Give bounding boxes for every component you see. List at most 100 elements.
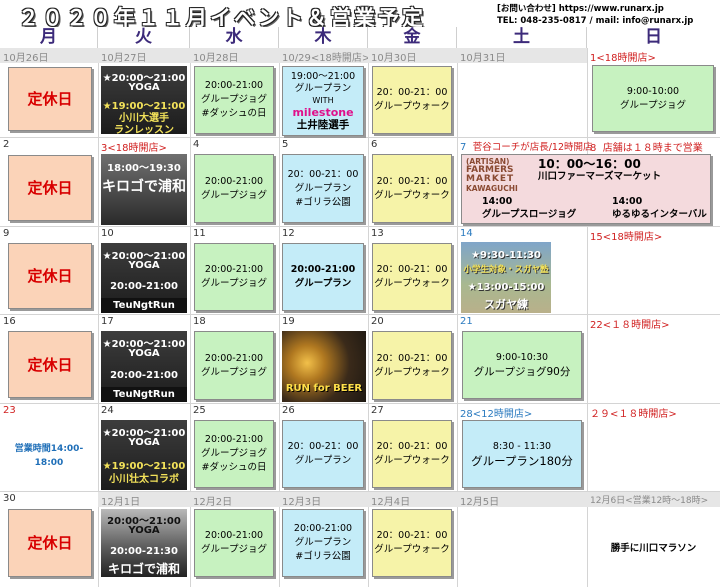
event-tag: #ゴリラ公園 [295, 196, 351, 208]
day-cell[interactable]: 20 20：00-21：00 グループウォーク [368, 315, 457, 404]
day-cell[interactable]: 14 ★9:30-11:30 小学生対象・スガヤ塾 ★13:00-15:00 ス… [457, 227, 587, 315]
event-time: 20:00-21:00 [204, 175, 264, 187]
event-group-run-milestone[interactable]: 19:00～21:00 グループラン WITH milestone 土井陸選手 [282, 66, 364, 136]
event-group-jog[interactable]: 20:00-21:00 グループジョグ #ダッシュの日 [194, 66, 274, 134]
event-group-walk[interactable]: 20：00-21：00 グループウォーク [372, 243, 452, 311]
day-date: 2 [3, 139, 10, 150]
event-group-walk[interactable]: 20：00-21：00 グループウォーク [372, 66, 452, 134]
day-cell[interactable]: 9 定休日 [0, 227, 98, 315]
weekday-sat: 土 [457, 27, 587, 48]
day-cell[interactable]: 18 20:00-21:00 グループジョグ [190, 315, 279, 404]
day-cell[interactable]: 12月4日 20：00-21：00 グループウォーク [368, 492, 457, 587]
event-title: グループラン [294, 537, 352, 548]
day-cell[interactable]: 10月26日 定休日 [0, 48, 98, 138]
day-cell[interactable]: 11 20:00-21:00 グループジョグ [190, 227, 279, 315]
event-tag: #ゴリラ公園 [295, 551, 351, 562]
contact-tel-mail[interactable]: TEL: 048-235-0817 / mail: info@runarx.jp [497, 15, 693, 27]
day-date: 16 [3, 316, 16, 327]
event-group-run[interactable]: 20：00-21：00 グループラン [282, 420, 364, 488]
event-farmers-market[interactable]: (ARTISAN) FARMERS MARKET KAWAGUCHI 10：00… [461, 154, 711, 224]
event-kawaguchi-marathon[interactable]: 勝手に川口マラソン [587, 540, 720, 554]
day-date: 10月28日 [193, 53, 239, 64]
day-cell[interactable]: 3<18時開店> 18:00～19:30 キロゴで浦和 [98, 138, 190, 227]
day-cell[interactable]: 12月3日 20:00-21:00 グループラン #ゴリラ公園 [279, 492, 368, 587]
event-group-walk[interactable]: 20：00-21：00 グループウォーク [372, 331, 452, 400]
event-tag: #ダッシュの日 [201, 462, 267, 473]
event-group-run-180[interactable]: 8:30 - 11:30 グループラン180分 [462, 420, 582, 488]
day-cell[interactable]: 26 20：00-21：00 グループラン [279, 404, 368, 492]
day-cell[interactable]: 12月6日<営業12時～18時> 勝手に川口マラソン [587, 492, 720, 587]
contact-url[interactable]: [お問い合わせ] https://www.runarx.jp [497, 3, 693, 15]
day-cell[interactable]: 13 20：00-21：00 グループウォーク [368, 227, 457, 315]
day-cell[interactable]: 28<12時開店> 8:30 - 11:30 グループラン180分 [457, 404, 587, 492]
day-cell[interactable]: 10月28日 20:00-21:00 グループジョグ #ダッシュの日 [190, 48, 279, 138]
event-title: グループジョグ [201, 94, 267, 105]
day-cell[interactable]: 21 9:00-10:30 グループジョグ90分 [457, 315, 587, 404]
weekday-thu: 木 [279, 27, 368, 48]
day-cell[interactable]: 16 定休日 [0, 315, 98, 404]
day-date: 14 [460, 228, 473, 239]
event-group-jog[interactable]: 20:00-21:00 グループジョグ [194, 509, 274, 577]
day-cell[interactable]: ２９<１８時開店> [587, 404, 720, 492]
day-cell[interactable]: 15<18時開店> [587, 227, 720, 315]
day-cell[interactable]: 17 ★20:00～21:00 YOGA 20:00-21:00 TeuNgtR… [98, 315, 190, 404]
day-cell[interactable]: 10月31日 [457, 48, 587, 138]
event-group-jog[interactable]: 20:00-21:00 グループジョグ #ダッシュの日 [194, 420, 274, 488]
day-cell[interactable]: 10月30日 20：00-21：00 グループウォーク [368, 48, 457, 138]
event-title: グループジョグ90分 [473, 366, 571, 378]
photo-text: スガヤ練 [484, 298, 528, 311]
day-cell[interactable]: 24 ★20:00～21:00 YOGA ★19:00～21:00 小川壮太コラ… [98, 404, 190, 492]
day-cell[interactable]: 6 20：00-21：00 グループウォーク [368, 138, 457, 227]
day-date: 20 [371, 316, 384, 327]
event-group-walk[interactable]: 20：00-21：00 グループウォーク [372, 154, 452, 223]
day-cell[interactable]: 25 20:00-21:00 グループジョグ #ダッシュの日 [190, 404, 279, 492]
event-time: 20：00-21：00 [376, 352, 448, 364]
day-cell[interactable]: 27 20：00-21：00 グループウォーク [368, 404, 457, 492]
day-date: 1<18時開店> [590, 53, 656, 64]
day-cell[interactable]: 1<18時開店> 9:00-10:00 グループジョグ [587, 48, 720, 138]
day-cell[interactable]: 23 営業時間14:00- 18:00 [0, 404, 98, 492]
event-time: 20：00-21：00 [287, 168, 359, 180]
day-cell[interactable]: 30 定休日 [0, 492, 98, 587]
day-date: 10月26日 [3, 53, 49, 64]
day-date: 12月4日 [371, 497, 411, 508]
event-title: グループウォーク [374, 366, 450, 378]
business-hours: 営業時間14:00- 18:00 [14, 444, 84, 468]
day-cell[interactable]: 12月2日 20:00-21:00 グループジョグ [190, 492, 279, 587]
day-cell[interactable]: 19 RUN for BEER [279, 315, 368, 404]
photo-text: YOGA [128, 525, 160, 536]
photo-text: RUN for BEER [285, 383, 363, 394]
day-cell[interactable]: 5 20：00-21：00 グループラン #ゴリラ公園 [279, 138, 368, 227]
day-date: 13 [371, 228, 384, 239]
event-group-run[interactable]: 20：00-21：00 グループラン #ゴリラ公園 [282, 154, 364, 223]
event-group-jog-90[interactable]: 9:00-10:30 グループジョグ90分 [462, 331, 582, 399]
day-cell[interactable]: 12 20:00-21:00 グループラン [279, 227, 368, 315]
day-cell[interactable]: 4 20:00-21:00 グループジョグ [190, 138, 279, 227]
event-title: グループジョグ [620, 99, 686, 111]
event-group-run[interactable]: 20:00-21:00 グループラン #ゴリラ公園 [282, 509, 364, 577]
event-tag: #ダッシュの日 [201, 108, 267, 119]
event-group-jog[interactable]: 20:00-21:00 グループジョグ [194, 154, 274, 223]
day-cell[interactable]: 10月27日 ★20:00～21:00 YOGA ★19:00～21:00 小川… [98, 48, 190, 138]
event-group-jog[interactable]: 20:00-21:00 グループジョグ [194, 331, 274, 400]
day-cell[interactable]: 10/29<18時開店> 19:00～21:00 グループラン WITH mil… [279, 48, 370, 138]
day-date: 12月5日 [460, 497, 500, 508]
day-cell[interactable]: 12月1日 20:00～21:00 YOGA 20:00-21:30 キロゴで浦… [98, 492, 190, 587]
day-date: 10月27日 [101, 53, 147, 64]
event-group-jog[interactable]: 20:00-21:00 グループジョグ [194, 243, 274, 311]
photo-text: ランレッスン [114, 125, 174, 134]
day-cell[interactable]: 10 ★20:00～21:00 YOGA 20:00-21:00 TeuNgtR… [98, 227, 190, 315]
photo-text: TeuNgtRun [101, 298, 187, 313]
event-group-walk[interactable]: 20：00-21：00 グループウォーク [372, 420, 452, 488]
day-cell[interactable]: 22<１８時開店> [587, 315, 720, 404]
event-title: グループウォーク [374, 455, 450, 466]
day-cell[interactable]: 2 定休日 [0, 138, 98, 227]
day-date: 9 [3, 228, 10, 239]
event-group-run[interactable]: 20:00-21:00 グループラン [282, 243, 364, 311]
day-cell[interactable]: 12月5日 [457, 492, 587, 587]
event-group-walk[interactable]: 20：00-21：00 グループウォーク [372, 509, 452, 577]
event-group-jog[interactable]: 9:00-10:00 グループジョグ [592, 65, 714, 132]
weekday-wed: 水 [190, 27, 279, 48]
event-title: グループラン [294, 182, 352, 194]
event-title: ゆるゆるインターバル [612, 209, 707, 220]
